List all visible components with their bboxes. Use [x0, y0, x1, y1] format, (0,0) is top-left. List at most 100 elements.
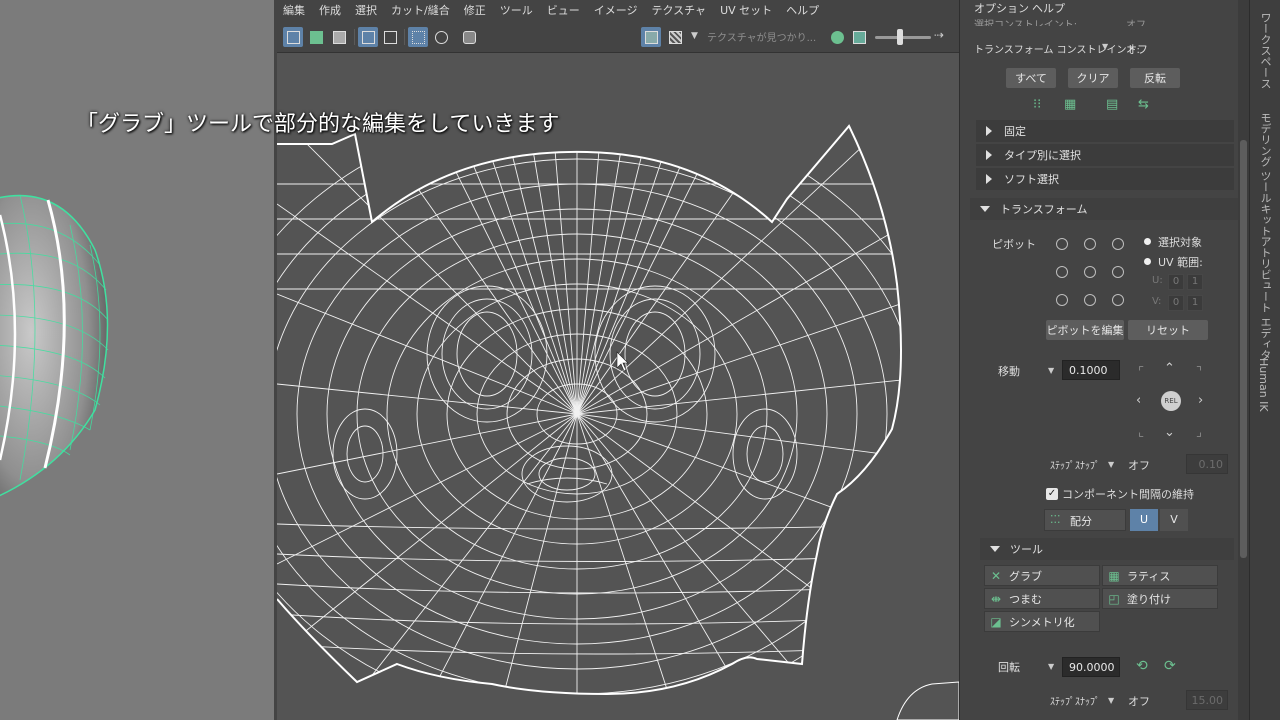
uv-image-frame-icon[interactable]: [380, 27, 400, 47]
image-icon[interactable]: [849, 27, 869, 47]
menu-view[interactable]: ビュー: [547, 2, 580, 18]
exposure-slider[interactable]: [875, 36, 931, 39]
pivot-radio-ml[interactable]: [1056, 266, 1068, 278]
section-select-by-type[interactable]: タイプ別に選択: [976, 144, 1234, 166]
u-min-field[interactable]: 0: [1168, 274, 1184, 290]
move-up-left-icon[interactable]: ⌜: [1138, 366, 1144, 379]
move-right-icon[interactable]: ›: [1198, 394, 1203, 407]
pivot-radio-br[interactable]: [1112, 294, 1124, 306]
menu-create[interactable]: 作成: [319, 2, 341, 18]
tab-workspace[interactable]: ワークスペース: [1257, 12, 1273, 89]
move-amount-field[interactable]: 0.1000: [1062, 360, 1120, 380]
symmetrize-tool-button[interactable]: ◪ シンメトリ化: [984, 611, 1100, 632]
panel-menu-help[interactable]: ヘルプ: [1032, 0, 1065, 16]
selection-constraint-value[interactable]: オフ: [1126, 16, 1146, 26]
rotate-step-snap-value[interactable]: オフ: [1128, 693, 1150, 709]
move-left-icon[interactable]: ‹: [1136, 394, 1141, 407]
section-transform[interactable]: トランスフォーム: [970, 198, 1238, 220]
texture-filter-icon[interactable]: [827, 27, 847, 47]
move-up-right-icon[interactable]: ⌝: [1196, 366, 1202, 379]
keep-spacing-checkbox[interactable]: ✓: [1046, 488, 1058, 500]
uv-shell-icon[interactable]: [283, 27, 303, 47]
move-down-left-icon[interactable]: ⌞: [1138, 426, 1144, 439]
invert-button[interactable]: 反転: [1130, 68, 1180, 88]
chevron-down-icon[interactable]: ▼: [1048, 366, 1054, 375]
lattice-tool-button[interactable]: ▦ ラティス: [1102, 565, 1218, 586]
exposure-slider-handle[interactable]: [897, 29, 903, 45]
overflow-arrows-icon[interactable]: ⇢: [934, 28, 944, 42]
distribute-v-button[interactable]: V: [1160, 509, 1188, 531]
shrink-selection-icon[interactable]: ▦: [1064, 97, 1076, 112]
panel-menu-options[interactable]: オプション: [974, 0, 1029, 16]
rel-toggle-button[interactable]: REL: [1161, 391, 1181, 411]
texture-search-field[interactable]: テクスチャが見つかり...: [707, 29, 816, 44]
pivot-radio-tr[interactable]: [1112, 238, 1124, 250]
pivot-selected-radio[interactable]: [1144, 238, 1151, 245]
transform-constraint-value[interactable]: オフ: [1126, 41, 1148, 57]
section-soft-select[interactable]: ソフト選択: [976, 168, 1234, 190]
chevron-down-icon[interactable]: ▼: [1108, 460, 1114, 469]
pivot-radio-tc[interactable]: [1084, 238, 1096, 250]
uv-grid-canvas[interactable]: [277, 54, 959, 720]
chevron-down-icon[interactable]: ▼: [1102, 42, 1108, 51]
move-up-icon[interactable]: ⌃: [1164, 362, 1175, 375]
uv-backface-icon[interactable]: [329, 27, 349, 47]
uv-checker-grid-icon[interactable]: [408, 27, 428, 47]
uv-target-icon[interactable]: [431, 27, 451, 47]
menu-help[interactable]: ヘルプ: [786, 2, 819, 18]
distribute-u-button[interactable]: U: [1130, 509, 1158, 531]
rotate-amount-field[interactable]: 90.0000: [1062, 657, 1120, 677]
move-down-right-icon[interactable]: ⌟: [1196, 426, 1202, 439]
menu-image[interactable]: イメージ: [594, 2, 638, 18]
menu-select[interactable]: 選択: [355, 2, 377, 18]
menu-cut-sew[interactable]: カット/縫合: [391, 2, 450, 18]
pinch-tool-button[interactable]: ⇼ つまむ: [984, 588, 1100, 609]
grab-tool-button[interactable]: ✕ グラブ: [984, 565, 1100, 586]
pivot-radio-mr[interactable]: [1112, 266, 1124, 278]
menu-modify[interactable]: 修正: [464, 2, 486, 18]
tab-human-ik[interactable]: Human IK: [1257, 358, 1270, 412]
v-min-field[interactable]: 0: [1168, 295, 1184, 311]
tab-modeling-toolkit[interactable]: モデリング ツールキット: [1257, 112, 1273, 237]
pivot-radio-mc[interactable]: [1084, 266, 1096, 278]
chevron-down-icon[interactable]: ▼: [1108, 696, 1114, 705]
select-all-button[interactable]: すべて: [1006, 68, 1056, 88]
select-ring-icon[interactable]: ⇆: [1138, 97, 1149, 112]
u-max-field[interactable]: 1: [1187, 274, 1203, 290]
smear-tool-button[interactable]: ◰ 塗り付け: [1102, 588, 1218, 609]
uv-grid-icon[interactable]: [358, 27, 378, 47]
move-step-snap-field[interactable]: 0.10: [1186, 454, 1228, 474]
section-tools[interactable]: ツール: [980, 538, 1234, 560]
move-step-snap-value[interactable]: オフ: [1128, 457, 1150, 473]
pivot-radio-bc[interactable]: [1084, 294, 1096, 306]
camera-icon[interactable]: [459, 27, 479, 47]
chevron-down-icon[interactable]: ▼: [691, 31, 698, 41]
v-max-field[interactable]: 1: [1187, 295, 1203, 311]
menu-edit[interactable]: 編集: [283, 2, 305, 18]
pivot-uv-range-radio[interactable]: [1144, 258, 1151, 265]
texture-display-icon[interactable]: [641, 27, 661, 47]
section-fix[interactable]: 固定: [976, 120, 1234, 142]
rotate-ccw-icon[interactable]: ⟲: [1136, 658, 1148, 674]
reset-pivot-button[interactable]: リセット: [1128, 320, 1208, 340]
tab-attribute-editor[interactable]: アトリビュート エディタ: [1257, 236, 1273, 361]
menu-tools[interactable]: ツール: [500, 2, 533, 18]
pivot-radio-tl[interactable]: [1056, 238, 1068, 250]
menu-textures[interactable]: テクスチャ: [652, 2, 707, 18]
pivot-radio-bl[interactable]: [1056, 294, 1068, 306]
clear-button[interactable]: クリア: [1068, 68, 1118, 88]
menu-uv-sets[interactable]: UV セット: [720, 2, 772, 18]
chevron-down-icon[interactable]: ▼: [1048, 662, 1054, 671]
scrollbar-thumb[interactable]: [1240, 140, 1247, 558]
rotate-label: 回転: [998, 661, 1020, 674]
rotate-step-snap-field[interactable]: 15.00: [1186, 690, 1228, 710]
move-down-icon[interactable]: ⌄: [1164, 426, 1175, 439]
uv-select-icon[interactable]: [306, 27, 326, 47]
lattice-icon: ▦: [1108, 568, 1120, 583]
checker-icon[interactable]: [665, 27, 685, 47]
grow-selection-icon[interactable]: ⁝⁝: [1033, 97, 1041, 112]
edit-pivot-button[interactable]: ピボットを編集: [1046, 320, 1124, 340]
select-loop-icon[interactable]: ▤: [1106, 97, 1118, 112]
panel-scrollbar[interactable]: [1238, 0, 1249, 720]
rotate-cw-icon[interactable]: ⟳: [1164, 658, 1176, 674]
